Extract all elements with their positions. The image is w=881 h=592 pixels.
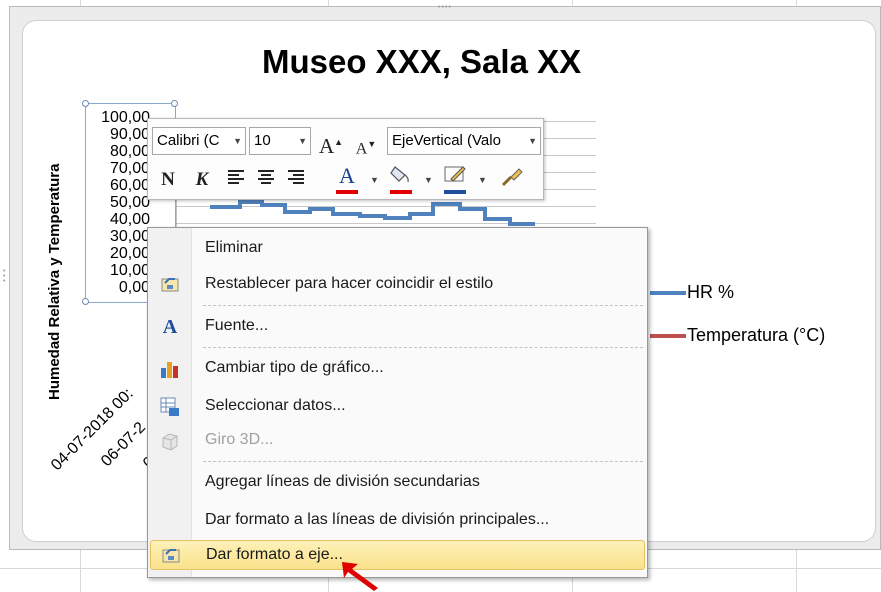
- paintbrush-icon: [501, 168, 523, 187]
- selection-handle[interactable]: [171, 100, 178, 107]
- legend-swatch-hr: [650, 291, 686, 295]
- chevron-down-icon[interactable]: ▼: [233, 128, 242, 154]
- font-color-swatch: [336, 190, 358, 194]
- chevron-down-icon[interactable]: ▼: [424, 167, 433, 193]
- select-data-icon: [158, 396, 182, 418]
- paint-bucket-icon: [390, 166, 409, 183]
- outline-color-swatch: [444, 190, 466, 194]
- y-tick-label: 30,00: [109, 228, 150, 245]
- fill-color-button[interactable]: [388, 163, 414, 194]
- y-tick-label: 70,00: [109, 160, 150, 177]
- menu-item-formato-lineas-principales[interactable]: Dar formato a las líneas de división pri…: [150, 506, 645, 536]
- menu-separator: [203, 305, 643, 306]
- grow-font-button[interactable]: A▲: [318, 129, 344, 158]
- menu-item-label: Giro 3D...: [205, 431, 274, 448]
- menu-item-seleccionar-datos[interactable]: Seleccionar datos...: [150, 392, 645, 422]
- mini-toolbar: Calibri (C ▼ 10 ▼ A▲ A▼ EjeVertical (Val…: [147, 118, 544, 200]
- font-size-combo[interactable]: 10 ▼: [249, 127, 311, 155]
- menu-item-restablecer-estilo[interactable]: Restablecer para hacer coincidir el esti…: [150, 270, 645, 300]
- menu-item-fuente[interactable]: A Fuente...: [150, 312, 645, 342]
- menu-item-dar-formato-eje[interactable]: Dar formato a eje...: [150, 540, 645, 570]
- chart-element-value: EjeVertical (Valo: [392, 132, 501, 149]
- pencil-outline-icon: [444, 166, 466, 182]
- menu-item-label: Seleccionar datos...: [205, 397, 346, 414]
- menu-item-label: Restablecer para hacer coincidir el esti…: [205, 275, 494, 292]
- context-menu: Eliminar Restablecer para hacer coincidi…: [147, 227, 648, 578]
- align-center-button[interactable]: [254, 167, 278, 193]
- legend-label-hr[interactable]: HR %: [687, 282, 734, 303]
- font-size-value: 10: [254, 132, 271, 149]
- shrink-font-button[interactable]: A▼: [354, 131, 378, 157]
- selection-handle[interactable]: [82, 100, 89, 107]
- y-tick-label: 40,00: [109, 211, 150, 228]
- menu-item-label: Agregar líneas de división secundarias: [205, 473, 480, 490]
- menu-item-lineas-secundarias[interactable]: Agregar líneas de división secundarias: [150, 468, 645, 498]
- y-tick-label: 90,00: [109, 126, 150, 143]
- menu-item-label: Fuente...: [205, 317, 269, 334]
- y-tick-label: 60,00: [109, 177, 150, 194]
- rotation-3d-icon: [158, 430, 182, 452]
- font-name-combo[interactable]: Calibri (C ▼: [152, 127, 246, 155]
- bold-button[interactable]: N: [156, 167, 180, 193]
- menu-item-label: Dar formato a las líneas de división pri…: [205, 511, 550, 528]
- italic-button[interactable]: K: [190, 167, 214, 193]
- chevron-down-icon[interactable]: ▼: [370, 167, 379, 193]
- reset-style-icon: [158, 274, 182, 296]
- fill-color-swatch: [390, 190, 412, 194]
- chevron-down-icon[interactable]: ▼: [528, 128, 537, 154]
- format-axis-icon: [159, 545, 183, 567]
- align-center-icon: [258, 170, 274, 184]
- align-left-button[interactable]: [224, 167, 248, 193]
- annotation-arrow-icon: [342, 562, 378, 591]
- menu-separator: [203, 461, 643, 462]
- menu-item-label: Cambiar tipo de gráfico...: [205, 359, 384, 376]
- menu-item-cambiar-tipo-grafico[interactable]: Cambiar tipo de gráfico...: [150, 354, 645, 384]
- legend-swatch-temperature: [650, 334, 686, 338]
- y-tick-label: 50,00: [109, 194, 150, 211]
- menu-separator: [203, 347, 643, 348]
- menu-item-eliminar[interactable]: Eliminar: [150, 234, 645, 264]
- y-tick-label: 10,00: [109, 262, 150, 279]
- font-icon: A: [162, 316, 178, 338]
- outline-color-button[interactable]: [442, 163, 468, 194]
- align-left-icon: [228, 170, 244, 184]
- legend-label-temperature[interactable]: Temperatura (°C): [687, 325, 825, 346]
- menu-item-label: Eliminar: [205, 239, 263, 256]
- y-tick-label: 80,00: [109, 143, 150, 160]
- chart-element-selector[interactable]: EjeVertical (Valo ▼: [387, 127, 541, 155]
- menu-item-label: Dar formato a eje...: [206, 546, 343, 563]
- align-right-icon: [288, 170, 304, 184]
- chevron-down-icon[interactable]: ▼: [478, 167, 487, 193]
- y-tick-label: 20,00: [109, 245, 150, 262]
- font-color-button[interactable]: A: [334, 163, 360, 194]
- menu-item-giro-3d: Giro 3D...: [150, 426, 645, 456]
- chart-type-icon: [158, 358, 182, 380]
- chevron-down-icon[interactable]: ▼: [298, 128, 307, 154]
- align-right-button[interactable]: [284, 167, 308, 193]
- y-tick-label: 0,00: [118, 279, 150, 296]
- format-painter-button[interactable]: [498, 165, 526, 191]
- y-tick-label: 100,00: [101, 109, 150, 126]
- font-name-value: Calibri (C: [157, 132, 220, 149]
- selection-handle[interactable]: [82, 298, 89, 305]
